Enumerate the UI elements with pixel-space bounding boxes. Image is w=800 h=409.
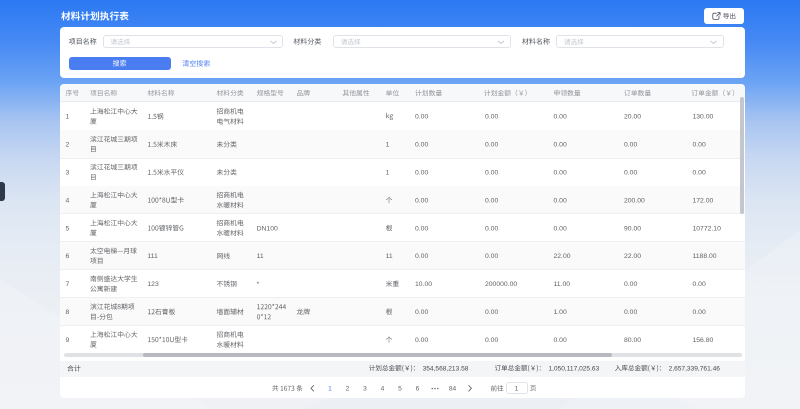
svg-text:20.00: 20.00 (624, 114, 641, 121)
svg-text:156.80: 156.80 (693, 337, 714, 344)
svg-text:200.00: 200.00 (624, 197, 645, 204)
svg-text:10.00: 10.00 (415, 281, 432, 288)
svg-text:0.00: 0.00 (415, 197, 428, 204)
svg-text:0.00: 0.00 (415, 337, 428, 344)
svg-text:0.00: 0.00 (554, 225, 567, 232)
svg-text:1: 1 (386, 142, 390, 149)
svg-text:0.00: 0.00 (554, 114, 567, 121)
svg-text:10772.10: 10772.10 (693, 225, 722, 232)
svg-text:354,568,213.58: 354,568,213.58 (423, 366, 469, 373)
svg-text:0.00: 0.00 (415, 114, 428, 121)
svg-text:0.00: 0.00 (554, 337, 567, 344)
svg-text:0.00: 0.00 (693, 309, 706, 316)
svg-text:1: 1 (66, 114, 70, 121)
svg-text:22.00: 22.00 (554, 253, 571, 260)
svg-text:2: 2 (346, 386, 350, 393)
svg-text:200000.00: 200000.00 (485, 281, 517, 288)
svg-text:11: 11 (386, 253, 393, 260)
svg-text:0.00: 0.00 (693, 281, 706, 288)
svg-text:0.00: 0.00 (554, 197, 567, 204)
svg-text:3: 3 (66, 170, 70, 177)
svg-text:80.00: 80.00 (624, 337, 641, 344)
svg-text:84: 84 (449, 386, 457, 393)
svg-text:172.00: 172.00 (693, 197, 714, 204)
svg-text:1188.00: 1188.00 (693, 253, 717, 260)
svg-text:0.00: 0.00 (415, 225, 428, 232)
svg-text:4: 4 (66, 197, 70, 204)
svg-text:0.00: 0.00 (624, 309, 637, 316)
svg-text:0.00: 0.00 (624, 142, 637, 149)
svg-text:6: 6 (416, 386, 420, 393)
svg-text:0.00: 0.00 (415, 170, 428, 177)
svg-text:*: * (257, 281, 260, 288)
svg-text:7: 7 (66, 281, 70, 288)
svg-text:0.00: 0.00 (415, 253, 428, 260)
svg-text:0.00: 0.00 (693, 170, 706, 177)
svg-text:1: 1 (328, 386, 332, 393)
svg-text:11.00: 11.00 (554, 281, 571, 288)
svg-text:DN100: DN100 (257, 225, 278, 232)
svg-text:0.00: 0.00 (485, 337, 498, 344)
svg-text:0.00: 0.00 (485, 197, 498, 204)
svg-text:123: 123 (147, 281, 159, 288)
svg-text:2,657,339,761.46: 2,657,339,761.46 (669, 366, 721, 373)
svg-text:0.00: 0.00 (485, 309, 498, 316)
svg-text:90.00: 90.00 (624, 225, 641, 232)
svg-text:6: 6 (66, 253, 70, 260)
svg-text:130.00: 130.00 (693, 114, 714, 121)
svg-text:0.00: 0.00 (415, 309, 428, 316)
svg-text:0.00: 0.00 (485, 170, 498, 177)
svg-text:1: 1 (515, 386, 519, 393)
svg-text:8: 8 (66, 309, 70, 316)
svg-text:4: 4 (381, 386, 385, 393)
svg-text:1.00: 1.00 (554, 309, 567, 316)
svg-text:0.00: 0.00 (485, 253, 498, 260)
svg-text:0.00: 0.00 (485, 225, 498, 232)
svg-text:0.00: 0.00 (485, 114, 498, 121)
svg-text:0.00: 0.00 (485, 142, 498, 149)
svg-text:1: 1 (386, 170, 390, 177)
svg-text:9: 9 (66, 337, 70, 344)
svg-text:0.00: 0.00 (624, 170, 637, 177)
svg-text:5: 5 (398, 386, 402, 393)
svg-text:3: 3 (363, 386, 367, 393)
svg-text:2: 2 (66, 142, 70, 149)
svg-text:0.00: 0.00 (415, 142, 428, 149)
svg-text:0.00: 0.00 (624, 281, 637, 288)
svg-text:22.00: 22.00 (624, 253, 641, 260)
svg-text:11: 11 (257, 253, 264, 260)
svg-text:1,050,117,025.63: 1,050,117,025.63 (548, 366, 599, 373)
svg-text:111: 111 (147, 253, 158, 260)
svg-text:5: 5 (66, 225, 70, 232)
svg-text:0.00: 0.00 (554, 142, 567, 149)
svg-text:0.00: 0.00 (554, 170, 567, 177)
svg-text:0.00: 0.00 (693, 142, 706, 149)
